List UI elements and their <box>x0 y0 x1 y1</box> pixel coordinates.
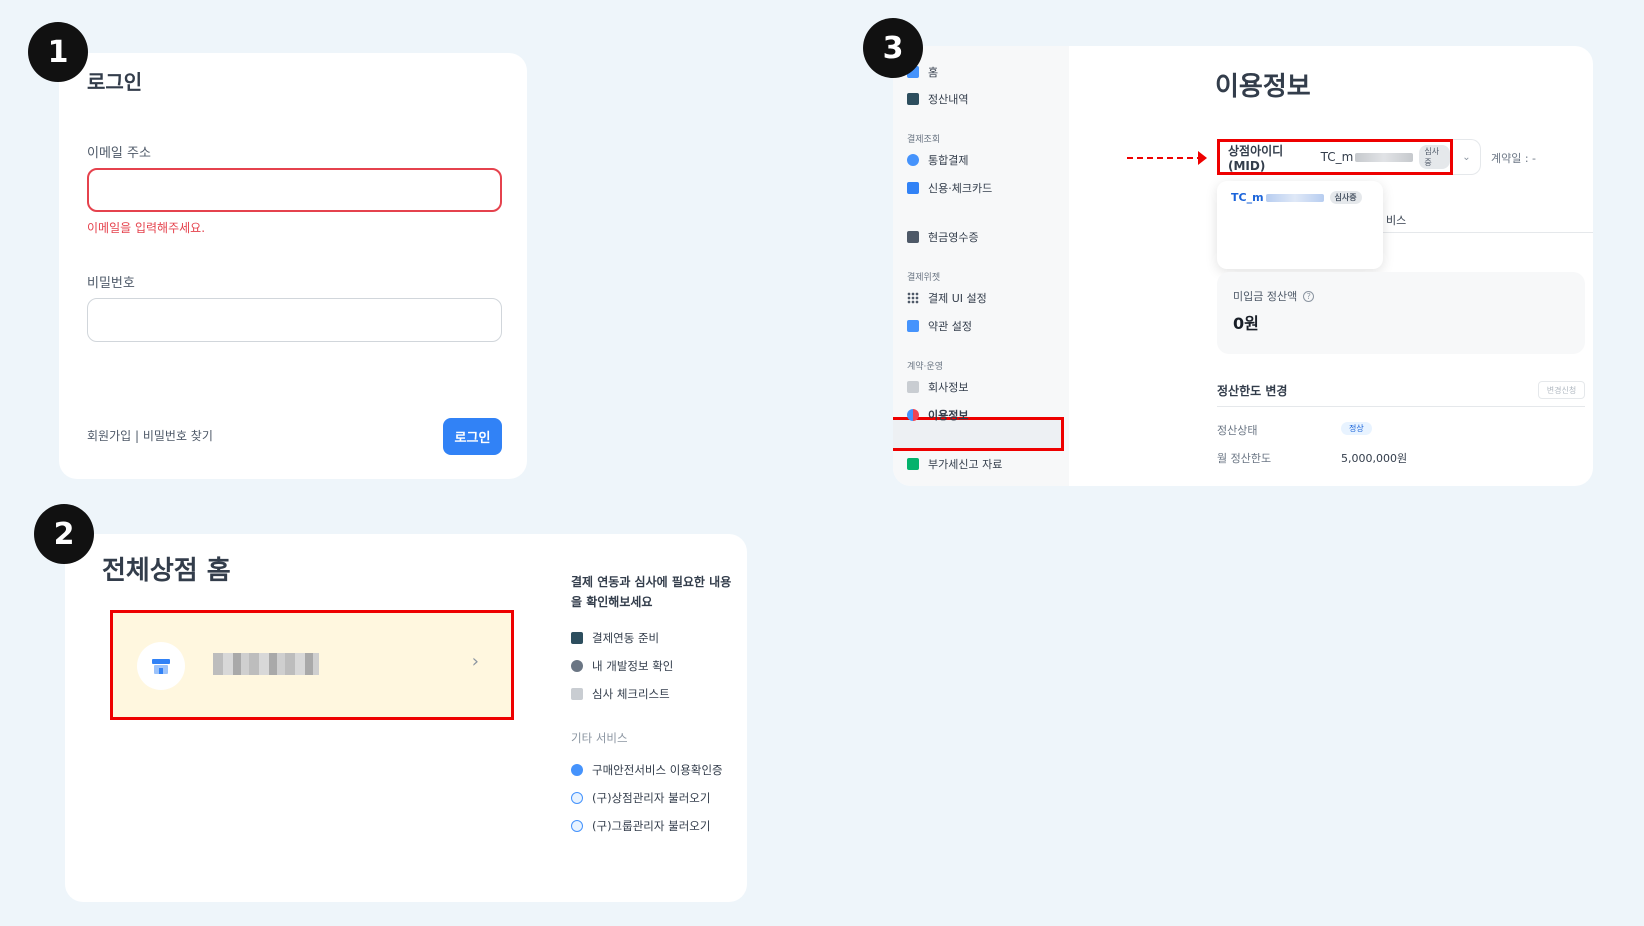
unpaid-label: 미입금 정산액 <box>1233 290 1298 303</box>
tax-icon <box>907 458 919 470</box>
mid-value: TC_m <box>1320 150 1354 164</box>
sidebar-item-settlement[interactable]: 정산내역 <box>907 91 968 107</box>
limit-divider <box>1217 406 1585 407</box>
nav-group-payment: 결제조회 <box>907 135 941 145</box>
monthly-limit-value: 5,000,000원 <box>1341 452 1408 465</box>
step-badge-1: 1 <box>28 22 88 82</box>
contract-date: 계약일 : - <box>1491 152 1537 165</box>
checklist-icon <box>571 688 583 700</box>
sidebar: 홈 정산내역 결제조회 통합결제 신용·체크카드 현금영수증 결제위젯 결제 U… <box>893 46 1069 486</box>
password-field[interactable] <box>87 298 502 342</box>
mid-dropdown-option[interactable]: TC_m 심사중 <box>1231 191 1369 204</box>
chevron-right-icon: › <box>471 651 479 672</box>
merchant-home-panel: 전체상점 홈 › 결제 연동과 심사에 필요한 내용을 확인해보세요 결제연동 … <box>65 534 747 902</box>
step-badge-3: 3 <box>863 18 923 78</box>
grid-icon <box>907 292 919 304</box>
mid-select[interactable]: 상점아이디(MID) TC_m 심사중 <box>1217 139 1453 175</box>
store-card[interactable]: › <box>110 610 514 720</box>
annotation-arrow-line <box>1127 157 1205 159</box>
guide-sidebar: 결제 연동과 심사에 필요한 내용을 확인해보세요 결제연동 준비 내 개발정보… <box>571 572 741 840</box>
refresh-icon <box>571 792 583 804</box>
page-title: 이용정보 <box>1215 72 1311 102</box>
sidebar-item-company[interactable]: 회사정보 <box>907 379 968 395</box>
nav-group-widget: 결제위젯 <box>907 273 941 283</box>
status-badge: 정상 <box>1341 422 1372 435</box>
mid-value-blurred <box>1355 152 1414 162</box>
receipt-icon <box>907 231 919 243</box>
certificate-icon <box>571 764 583 776</box>
unpaid-amount: 0원 <box>1233 314 1259 333</box>
tab-service[interactable]: 비스 <box>1386 212 1406 228</box>
option-status-badge: 심사중 <box>1329 191 1362 204</box>
help-icon[interactable]: ? <box>1303 290 1315 302</box>
login-title: 로그인 <box>87 70 143 94</box>
integrated-icon <box>907 154 919 166</box>
limit-change-button[interactable]: 변경신청 <box>1538 381 1585 399</box>
sidebar-item-card[interactable]: 신용·체크카드 <box>907 180 992 196</box>
other-item-legacy-store-admin[interactable]: (구)상점관리자 불러오기 <box>571 784 741 812</box>
email-field[interactable] <box>87 168 502 212</box>
store-name-blurred <box>213 653 319 675</box>
guide-item-review-checklist[interactable]: 심사 체크리스트 <box>571 680 741 708</box>
limit-section-title: 정산한도 변경 <box>1217 384 1288 398</box>
sidebar-item-integrated-payment[interactable]: 통합결제 <box>907 152 968 168</box>
password-label: 비밀번호 <box>87 276 135 291</box>
signup-find-password-links[interactable]: 회원가입 | 비밀번호 찾기 <box>87 427 213 444</box>
building-icon <box>907 381 919 393</box>
developer-icon <box>571 660 583 672</box>
guide-item-payment-prep[interactable]: 결제연동 준비 <box>571 624 741 652</box>
nav-group-contract: 계약·운영 <box>907 362 943 372</box>
card-icon <box>907 182 919 194</box>
refresh-icon <box>571 820 583 832</box>
guide-heading: 결제 연동과 심사에 필요한 내용을 확인해보세요 <box>571 575 732 609</box>
mid-label: 상점아이디(MID) <box>1228 143 1284 173</box>
step-badge-2: 2 <box>34 504 94 564</box>
guide-item-dev-info[interactable]: 내 개발정보 확인 <box>571 652 741 680</box>
mid-dropdown: TC_m 심사중 <box>1217 181 1383 269</box>
document-icon <box>907 320 919 332</box>
user-icon <box>907 409 919 421</box>
sidebar-active-highlight <box>893 417 1064 451</box>
login-panel: 로그인 이메일 주소 이메일을 입력해주세요. 비밀번호 회원가입 | 비밀번호… <box>59 53 527 479</box>
sidebar-item-vat[interactable]: 부가세신고 자료 <box>907 456 1002 472</box>
usage-info-panel: 홈 정산내역 결제조회 통합결제 신용·체크카드 현금영수증 결제위젯 결제 U… <box>893 46 1593 486</box>
chevron-down-icon[interactable]: ⌄ <box>1453 139 1481 175</box>
sidebar-item-usage-info[interactable]: 이용정보 <box>907 407 968 423</box>
sidebar-item-payment-ui[interactable]: 결제 UI 설정 <box>907 290 987 306</box>
store-icon <box>137 642 185 690</box>
unpaid-settlement-card: 미입금 정산액 ? 0원 <box>1217 272 1585 354</box>
calculator-icon <box>907 93 919 105</box>
other-item-safe-purchase[interactable]: 구매안전서비스 이용확인증 <box>571 756 741 784</box>
page-title: 전체상점 홈 <box>102 556 231 586</box>
monitor-icon <box>571 632 583 644</box>
settlement-status-label: 정산상태 <box>1217 424 1258 437</box>
email-error-message: 이메일을 입력해주세요. <box>87 221 206 235</box>
other-services-heading: 기타 서비스 <box>571 731 628 745</box>
other-item-legacy-group-admin[interactable]: (구)그룹관리자 불러오기 <box>571 812 741 840</box>
sidebar-item-cash-receipt[interactable]: 현금영수증 <box>907 229 979 245</box>
login-button[interactable]: 로그인 <box>443 418 502 455</box>
monthly-limit-label: 월 정산한도 <box>1217 452 1272 465</box>
mid-status-badge: 심사중 <box>1419 145 1450 169</box>
sidebar-item-terms[interactable]: 약관 설정 <box>907 318 972 334</box>
mid-option-blurred <box>1265 193 1324 202</box>
annotation-arrow-head-icon <box>1198 151 1207 165</box>
email-label: 이메일 주소 <box>87 146 151 161</box>
